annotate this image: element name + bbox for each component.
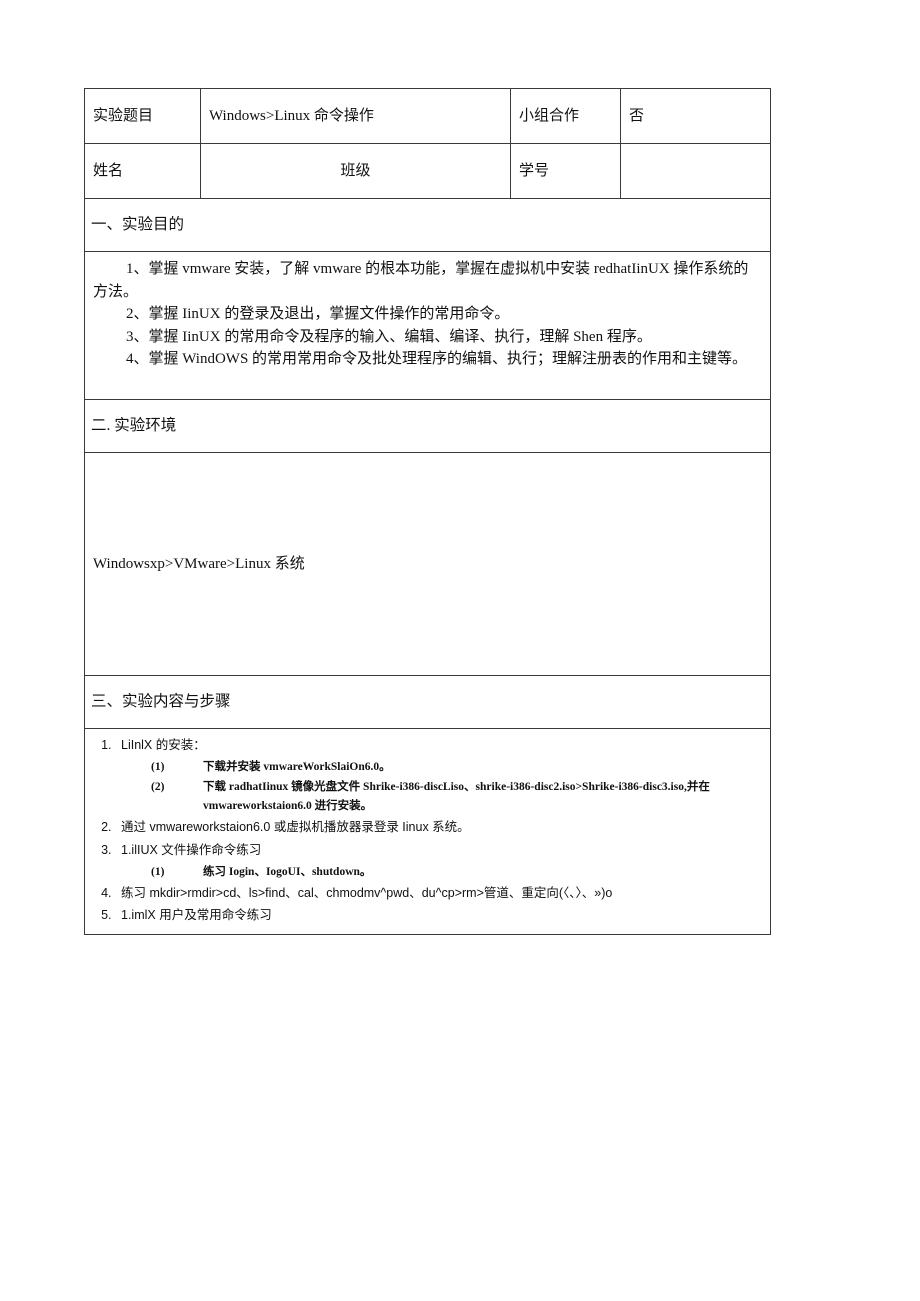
substep-text: 下载并安装 vmwareWorkSlaiOn6.0。 [203,760,391,773]
table-row-student: 姓名 班级 学号 [84,143,771,199]
list-item: LiInlX 的安装： (1) 下载并安装 vmwareWorkSlaiOn6.… [115,735,762,816]
substep-marker: (1) [151,760,165,773]
list-item: 通过 vmwareworkstaion6.0 或虚拟机播放器录登录 Iinux … [115,817,762,839]
substep-text: 练习 Iogin、IogoUI、shutdown。 [203,865,372,878]
list-item: 1.ilIUX 文件操作命令练习 (1) 练习 Iogin、IogoUI、shu… [115,840,762,882]
section-heading-purpose: 一、实验目的 [84,198,771,252]
purpose-paragraph-3: 3、掌握 IinUX 的常用命令及程序的输入、编辑、编译、执行，理解 Shen … [126,328,652,345]
section-body-environment: Windowsxp>VMware>Linux 系统 [84,452,771,676]
cell-coop-value: 否 [620,88,771,144]
substep-marker: (1) [151,865,165,878]
cell-name-label: 姓名 [84,143,201,199]
cell-topic-label: 实验题目 [84,88,201,144]
section-body-row-purpose: 1、掌握 vmware 安装，了解 vmware 的根本功能，掌握在虚拟机中安装… [84,251,771,400]
substep-marker: (2) [151,780,165,793]
list-item: (1) 下载并安装 vmwareWorkSlaiOn6.0。 [151,758,762,777]
section-heading-steps: 三、实验内容与步骤 [84,675,771,729]
list-item: 练习 mkdir>rmdir>cd、ls>find、cal、chmodmv^pw… [115,883,762,905]
purpose-spacer [93,371,762,394]
step-text: 1.imlX 用户及常用命令练习 [121,908,272,923]
cell-id-label: 学号 [510,143,621,199]
purpose-paragraph-1: 1、掌握 vmware 安装，了解 vmware 的根本功能，掌握在虚拟机中安装… [93,261,749,300]
purpose-paragraph-4: 4、掌握 WindOWS 的常用常用命令及批处理程序的编辑、执行；理解注册表的作… [126,351,748,367]
document-page: 实验题目 Windows>Linux 命令操作 小组合作 否 姓名 班级 学号 … [0,0,920,1301]
substeps-list: (1) 练习 Iogin、IogoUI、shutdown。 [121,863,762,882]
cell-topic-value: Windows>Linux 命令操作 [200,88,511,144]
substep-text: 下载 radhatIinux 镜像光盘文件 Shrike-i386-discLi… [203,780,710,812]
section-body-row-environment: Windowsxp>VMware>Linux 系统 [84,452,771,676]
list-item: 1.imlX 用户及常用命令练习 [115,905,762,927]
section-heading-row-environment: 二. 实验环境 [84,399,771,453]
list-item: (2) 下载 radhatIinux 镜像光盘文件 Shrike-i386-di… [151,778,762,816]
section-body-row-steps: LiInlX 的安装： (1) 下载并安装 vmwareWorkSlaiOn6.… [84,727,771,936]
section-body-purpose: 1、掌握 vmware 安装，了解 vmware 的根本功能，掌握在虚拟机中安装… [84,251,771,400]
cell-class-label: 班级 [200,143,511,199]
cell-id-value [620,143,771,199]
purpose-paragraph-2: 2、掌握 IinUX 的登录及退出，掌握文件操作的常用命令。 [126,306,510,322]
step-text: 练习 mkdir>rmdir>cd、ls>find、cal、chmodmv^pw… [121,885,613,900]
section-heading-row-purpose: 一、实验目的 [84,198,771,252]
experiment-report-table: 实验题目 Windows>Linux 命令操作 小组合作 否 姓名 班级 学号 … [84,88,771,936]
table-row-title: 实验题目 Windows>Linux 命令操作 小组合作 否 [84,88,771,144]
substeps-list: (1) 下载并安装 vmwareWorkSlaiOn6.0。 (2) 下载 ra… [121,758,762,816]
step-text: 1.ilIUX 文件操作命令练习 [121,842,262,857]
steps-list: LiInlX 的安装： (1) 下载并安装 vmwareWorkSlaiOn6.… [93,735,762,927]
cell-coop-label: 小组合作 [510,88,621,144]
section-heading-environment: 二. 实验环境 [84,399,771,453]
list-item: (1) 练习 Iogin、IogoUI、shutdown。 [151,863,762,882]
section-body-steps: LiInlX 的安装： (1) 下载并安装 vmwareWorkSlaiOn6.… [84,727,771,936]
step-text: 通过 vmwareworkstaion6.0 或虚拟机播放器录登录 Iinux … [121,819,470,834]
step-text: LiInlX 的安装： [121,738,206,752]
section-heading-row-steps: 三、实验内容与步骤 [84,675,771,729]
